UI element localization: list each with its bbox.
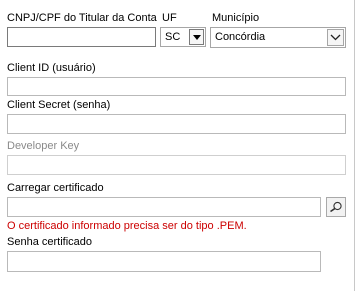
titular-label: CNPJ/CPF do Titular da Conta [7,12,157,24]
municipio-select[interactable]: Concórdia [210,27,346,48]
client-id-input[interactable] [7,77,346,96]
certificado-input[interactable] [7,197,321,217]
uf-label: UF [162,12,177,24]
senha-certificado-label: Senha certificado [7,236,92,248]
developer-key-label: Developer Key [7,140,80,152]
municipio-dropdown-button[interactable] [327,29,344,46]
certificado-error-message: O certificado informado precisa ser do t… [7,220,247,232]
form-panel: CNPJ/CPF do Titular da Conta UF SC Munic… [0,0,355,291]
dropdown-arrow-icon [192,34,201,40]
magnifier-icon [330,201,342,213]
certificado-label: Carregar certificado [7,182,104,194]
client-secret-input[interactable] [7,114,346,134]
titular-input[interactable] [7,27,156,47]
client-secret-label: Client Secret (senha) [7,99,111,111]
uf-value: SC [165,31,181,43]
chevron-down-icon [330,34,341,41]
municipio-value: Concórdia [215,31,266,43]
developer-key-input[interactable] [7,155,346,175]
municipio-label: Município [212,12,260,24]
uf-dropdown-button[interactable] [189,29,204,45]
uf-select[interactable]: SC [160,27,206,47]
senha-certificado-input[interactable] [7,251,321,272]
browse-certificado-button[interactable] [326,197,346,217]
client-id-label: Client ID (usuário) [7,62,96,74]
